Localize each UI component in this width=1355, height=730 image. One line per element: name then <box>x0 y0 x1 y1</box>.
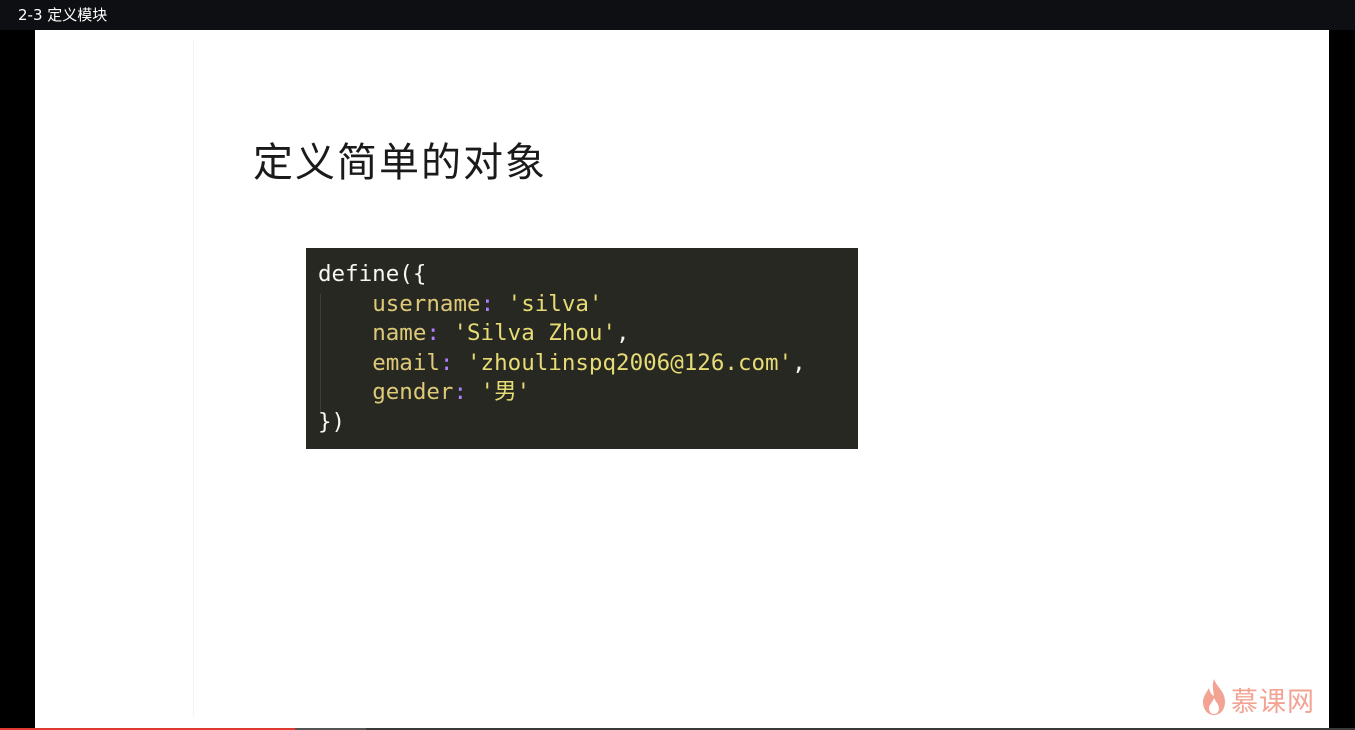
indent-guide <box>320 294 321 412</box>
code-trail: , <box>792 349 806 376</box>
code-colon: : <box>480 290 495 317</box>
code-key: name <box>372 320 427 347</box>
code-line-field: gender: '男' <box>318 378 858 408</box>
code-value: 'silva' <box>494 290 603 317</box>
imooc-watermark: 慕课网 <box>1201 678 1315 720</box>
code-close: }) <box>318 408 346 435</box>
code-line-open: define({ <box>318 260 858 290</box>
watermark-text: 慕课网 <box>1231 686 1315 718</box>
video-stage[interactable]: 定义简单的对象 define({ username: 'silva' name:… <box>0 30 1355 730</box>
slide: 定义简单的对象 define({ username: 'silva' name:… <box>35 30 1329 728</box>
code-key: email <box>372 349 440 376</box>
slide-guide-line <box>193 40 194 716</box>
code-line-field: username: 'silva' <box>318 290 858 320</box>
flame-icon <box>1201 678 1227 720</box>
code-open: define({ <box>318 261 427 287</box>
video-title: 2-3 定义模块 <box>18 6 108 24</box>
video-title-bar: 2-3 定义模块 <box>0 0 1355 30</box>
code-line-field: email: 'zhoulinspq2006@126.com', <box>318 349 858 379</box>
code-value: 'Silva Zhou' <box>439 320 617 347</box>
code-trail: , <box>616 320 630 347</box>
code-colon: : <box>426 320 440 347</box>
code-line-close: }) <box>318 408 858 438</box>
code-key: gender <box>372 379 454 406</box>
code-key: username <box>372 290 481 317</box>
code-value: '男' <box>467 379 531 406</box>
code-block: define({ username: 'silva' name: 'Silva … <box>306 248 858 449</box>
slide-title: 定义简单的对象 <box>253 140 547 186</box>
code-colon: : <box>453 379 468 406</box>
code-colon: : <box>439 349 454 376</box>
code-line-field: name: 'Silva Zhou', <box>318 319 858 349</box>
code-value: 'zhoulinspq2006@126.com' <box>453 349 793 376</box>
